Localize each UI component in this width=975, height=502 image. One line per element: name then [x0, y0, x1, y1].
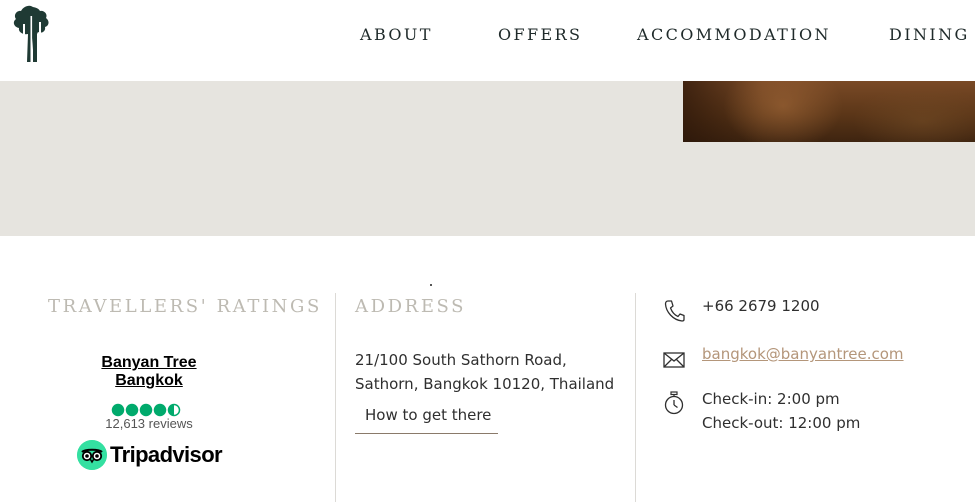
tripadvisor-logo[interactable]: Tripadvisor: [77, 440, 223, 472]
ratings-title: TRAVELLERS' RATINGS: [48, 296, 322, 317]
nav-offers[interactable]: OFFERS: [498, 25, 582, 44]
decorative-dot: [430, 284, 432, 286]
address-title: ADDRESS: [355, 296, 467, 317]
column-divider: [335, 293, 336, 502]
rating-bubbles: [111, 403, 181, 417]
banyan-tree-logo-icon[interactable]: [10, 4, 52, 62]
address-line-2: Sathorn, Bangkok 10120, Thailand: [355, 375, 615, 393]
checkin-time: Check-in: 2:00 pm: [702, 390, 840, 408]
tripadvisor-hotel-link[interactable]: Banyan Tree Bangkok: [80, 354, 218, 390]
hotel-photo: [683, 81, 975, 142]
checkout-time: Check-out: 12:00 pm: [702, 414, 861, 432]
stopwatch-icon: [664, 391, 684, 415]
tripadvisor-wordmark: Tripadvisor: [110, 442, 223, 467]
tripadvisor-owl-icon: [77, 440, 107, 470]
phone-icon: [664, 300, 685, 322]
nav-dining[interactable]: DINING: [889, 25, 970, 44]
email-link[interactable]: bangkok@banyantree.com: [702, 345, 904, 363]
phone-number[interactable]: +66 2679 1200: [702, 297, 820, 315]
site-header: ABOUT OFFERS ACCOMMODATION DINING: [0, 0, 975, 81]
content-band: [0, 81, 975, 236]
directions-link[interactable]: How to get there: [355, 406, 498, 434]
address-line-1: 21/100 South Sathorn Road,: [355, 351, 567, 369]
column-divider: [635, 293, 636, 502]
nav-about[interactable]: ABOUT: [360, 25, 433, 44]
mail-icon: [663, 352, 685, 368]
nav-accommodation[interactable]: ACCOMMODATION: [637, 25, 831, 44]
review-count: 12,613 reviews: [105, 416, 193, 431]
